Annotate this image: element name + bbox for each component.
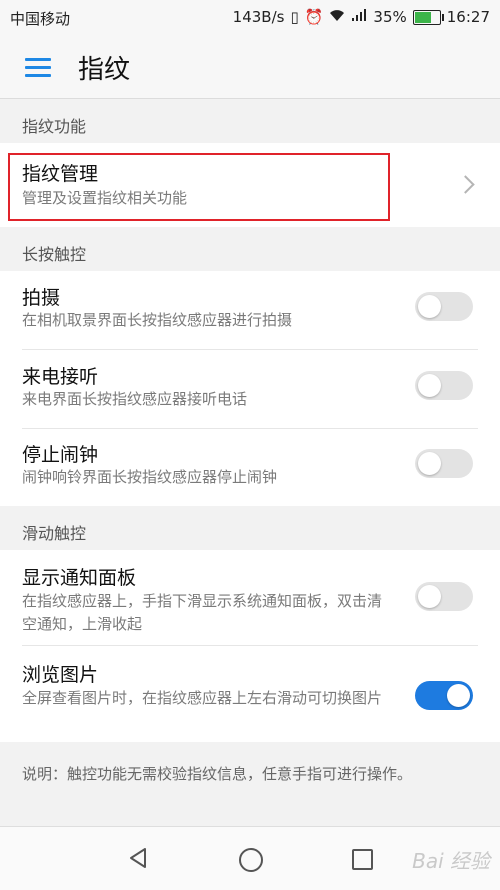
- item-subtitle: 全屏查看图片时，在指纹感应器上左右滑动可切换图片: [22, 689, 383, 707]
- carrier-name: 中国移动: [10, 10, 71, 28]
- notification-panel-toggle[interactable]: [415, 582, 473, 611]
- app-bar: 指纹: [0, 34, 500, 99]
- page-title: 指纹: [78, 55, 131, 85]
- item-subtitle: 在指纹感应器上，手指下滑显示系统通知面板，双击清空通知，上滑收起: [22, 592, 383, 633]
- section-header-long-press: 长按触控: [0, 227, 500, 271]
- battery-percent: 35%: [373, 8, 407, 26]
- item-subtitle: 来电界面长按指纹感应器接听电话: [22, 390, 248, 408]
- signal-icon: [351, 8, 367, 26]
- info-note: 说明：触控功能无需校验指纹信息，任意手指可进行操作。: [0, 742, 500, 826]
- item-subtitle: 在相机取景界面长按指纹感应器进行拍摄: [22, 311, 293, 329]
- wifi-icon: [329, 8, 345, 26]
- home-icon[interactable]: [239, 848, 263, 872]
- network-speed: 143B/s: [232, 8, 285, 26]
- list-item-notification-panel[interactable]: 显示通知面板 在指纹感应器上，手指下滑显示系统通知面板，双击清空通知，上滑收起: [0, 550, 500, 645]
- item-title: 来电接听: [22, 366, 99, 388]
- browse-photos-toggle[interactable]: [415, 681, 473, 710]
- status-bar: 中国移动 143B/s ▯ ⏰ 35% 16:27: [0, 0, 500, 34]
- long-press-list: 拍摄 在相机取景界面长按指纹感应器进行拍摄 来电接听 来电界面长按指纹感应器接听…: [0, 271, 500, 506]
- list-item-stop-alarm[interactable]: 停止闹钟 闹钟响铃界面长按指纹感应器停止闹钟: [0, 429, 500, 506]
- item-title: 显示通知面板: [22, 567, 137, 589]
- chevron-right-icon: [456, 175, 475, 194]
- item-title: 停止闹钟: [22, 444, 99, 466]
- list-item-camera[interactable]: 拍摄 在相机取景界面长按指纹感应器进行拍摄: [0, 271, 500, 349]
- note-text: 说明：触控功能无需校验指纹信息，任意手指可进行操作。: [22, 765, 413, 783]
- stop-alarm-toggle[interactable]: [415, 449, 473, 478]
- list-item-answer-call[interactable]: 来电接听 来电界面长按指纹感应器接听电话: [0, 350, 500, 428]
- list-item-browse-photos[interactable]: 浏览图片 全屏查看图片时，在指纹感应器上左右滑动可切换图片: [0, 646, 500, 742]
- section-header-fingerprint: 指纹功能: [0, 99, 500, 143]
- item-subtitle: 闹钟响铃界面长按指纹感应器停止闹钟: [22, 468, 278, 486]
- answer-call-toggle[interactable]: [415, 371, 473, 400]
- item-title: 浏览图片: [22, 664, 99, 686]
- section-header-swipe: 滑动触控: [0, 506, 500, 550]
- watermark: Bai 经验: [412, 849, 490, 873]
- clock: 16:27: [446, 8, 490, 26]
- item-title: 拍摄: [22, 287, 61, 309]
- battery-icon: [412, 9, 444, 25]
- recent-apps-icon[interactable]: [352, 849, 373, 870]
- highlight-annotation: [8, 153, 390, 221]
- navigation-bar: Bai 经验: [0, 826, 500, 890]
- vibrate-icon: ▯: [290, 8, 299, 26]
- menu-icon[interactable]: [25, 58, 51, 77]
- back-icon[interactable]: [128, 847, 148, 869]
- alarm-icon: ⏰: [304, 8, 324, 26]
- status-icons: 143B/s ▯ ⏰ 35% 16:27: [233, 8, 490, 26]
- swipe-list: 显示通知面板 在指纹感应器上，手指下滑显示系统通知面板，双击清空通知，上滑收起 …: [0, 550, 500, 742]
- camera-toggle[interactable]: [415, 292, 473, 321]
